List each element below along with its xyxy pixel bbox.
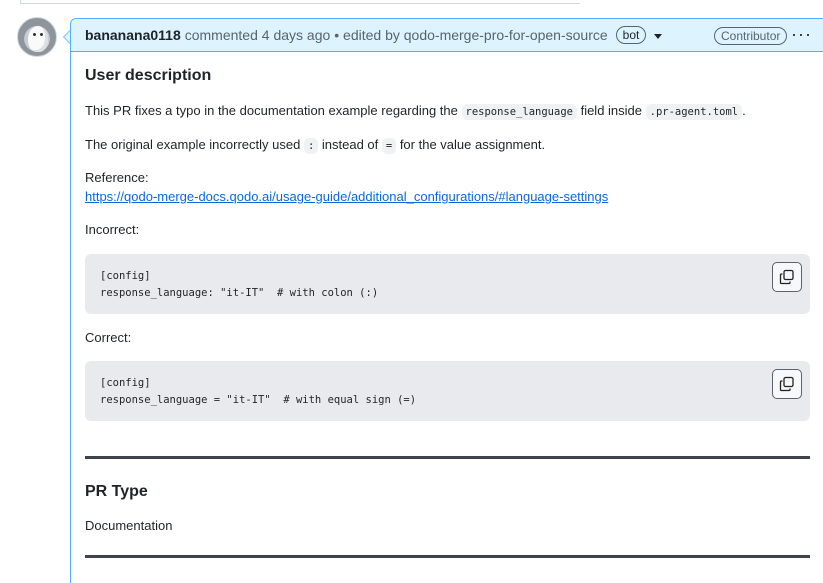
- horizontal-rule: [85, 555, 810, 558]
- inline-code-colon: :: [303, 138, 319, 154]
- paragraph-pr-fix: This PR fixes a typo in the documentatio…: [85, 103, 746, 120]
- avatar-bird-image: [28, 26, 48, 52]
- reference-label: Reference:: [85, 170, 149, 185]
- bot-badge: bot: [615, 26, 647, 44]
- comment-author-link[interactable]: bananana0118: [85, 27, 181, 43]
- chevron-down-icon[interactable]: [654, 33, 663, 39]
- contributor-badge: Contributor: [714, 27, 788, 45]
- heading-pr-type: PR Type: [85, 483, 148, 500]
- code-correct-text: [config] response_language = "it-IT" # w…: [100, 377, 417, 406]
- p2-text-c: for the value assignment.: [396, 137, 546, 152]
- comment-header: bananana0118 commented 4 days ago • edit…: [71, 19, 823, 52]
- copy-button[interactable]: [772, 262, 802, 292]
- pr-comment-page: bananana0118 commented 4 days ago • edit…: [0, 0, 823, 583]
- p1-text-b: field inside: [576, 103, 646, 118]
- inline-code-pr-agent-toml: .pr-agent.toml: [645, 104, 743, 120]
- inline-code-equals: =: [381, 138, 397, 154]
- comment-timestamp[interactable]: commented 4 days ago: [185, 27, 331, 43]
- inline-code-response-language: response_language: [461, 104, 577, 120]
- reference-link-row: https://qodo-merge-docs.qodo.ai/usage-gu…: [85, 189, 608, 204]
- horizontal-rule: [85, 456, 810, 459]
- p2-text-b: instead of: [318, 137, 382, 152]
- avatar[interactable]: [17, 17, 57, 57]
- copy-button[interactable]: [772, 369, 802, 399]
- reference-link[interactable]: https://qodo-merge-docs.qodo.ai/usage-gu…: [85, 189, 608, 204]
- pr-type-value: Documentation: [85, 518, 173, 533]
- copy-icon: [779, 376, 794, 392]
- p1-text-c: .: [742, 103, 746, 118]
- code-block-correct: [config] response_language = "it-IT" # w…: [85, 361, 810, 421]
- paragraph-original-example: The original example incorrectly used : …: [85, 137, 546, 154]
- copy-icon: [779, 269, 794, 285]
- previous-timeline-item: [20, 0, 580, 4]
- edited-by-label[interactable]: • edited by qodo-merge-pro-for-open-sour…: [334, 27, 607, 43]
- code-block-incorrect: [config] response_language: "it-IT" # wi…: [85, 254, 810, 314]
- more-options-icon[interactable]: ···: [791, 24, 812, 44]
- heading-user-description: User description: [85, 67, 212, 84]
- correct-label: Correct:: [85, 330, 132, 345]
- comment-pointer: [63, 30, 70, 44]
- incorrect-label: Incorrect:: [85, 222, 140, 237]
- p1-text-a: This PR fixes a typo in the documentatio…: [85, 103, 462, 118]
- p2-text-a: The original example incorrectly used: [85, 137, 304, 152]
- code-incorrect-text: [config] response_language: "it-IT" # wi…: [100, 270, 379, 299]
